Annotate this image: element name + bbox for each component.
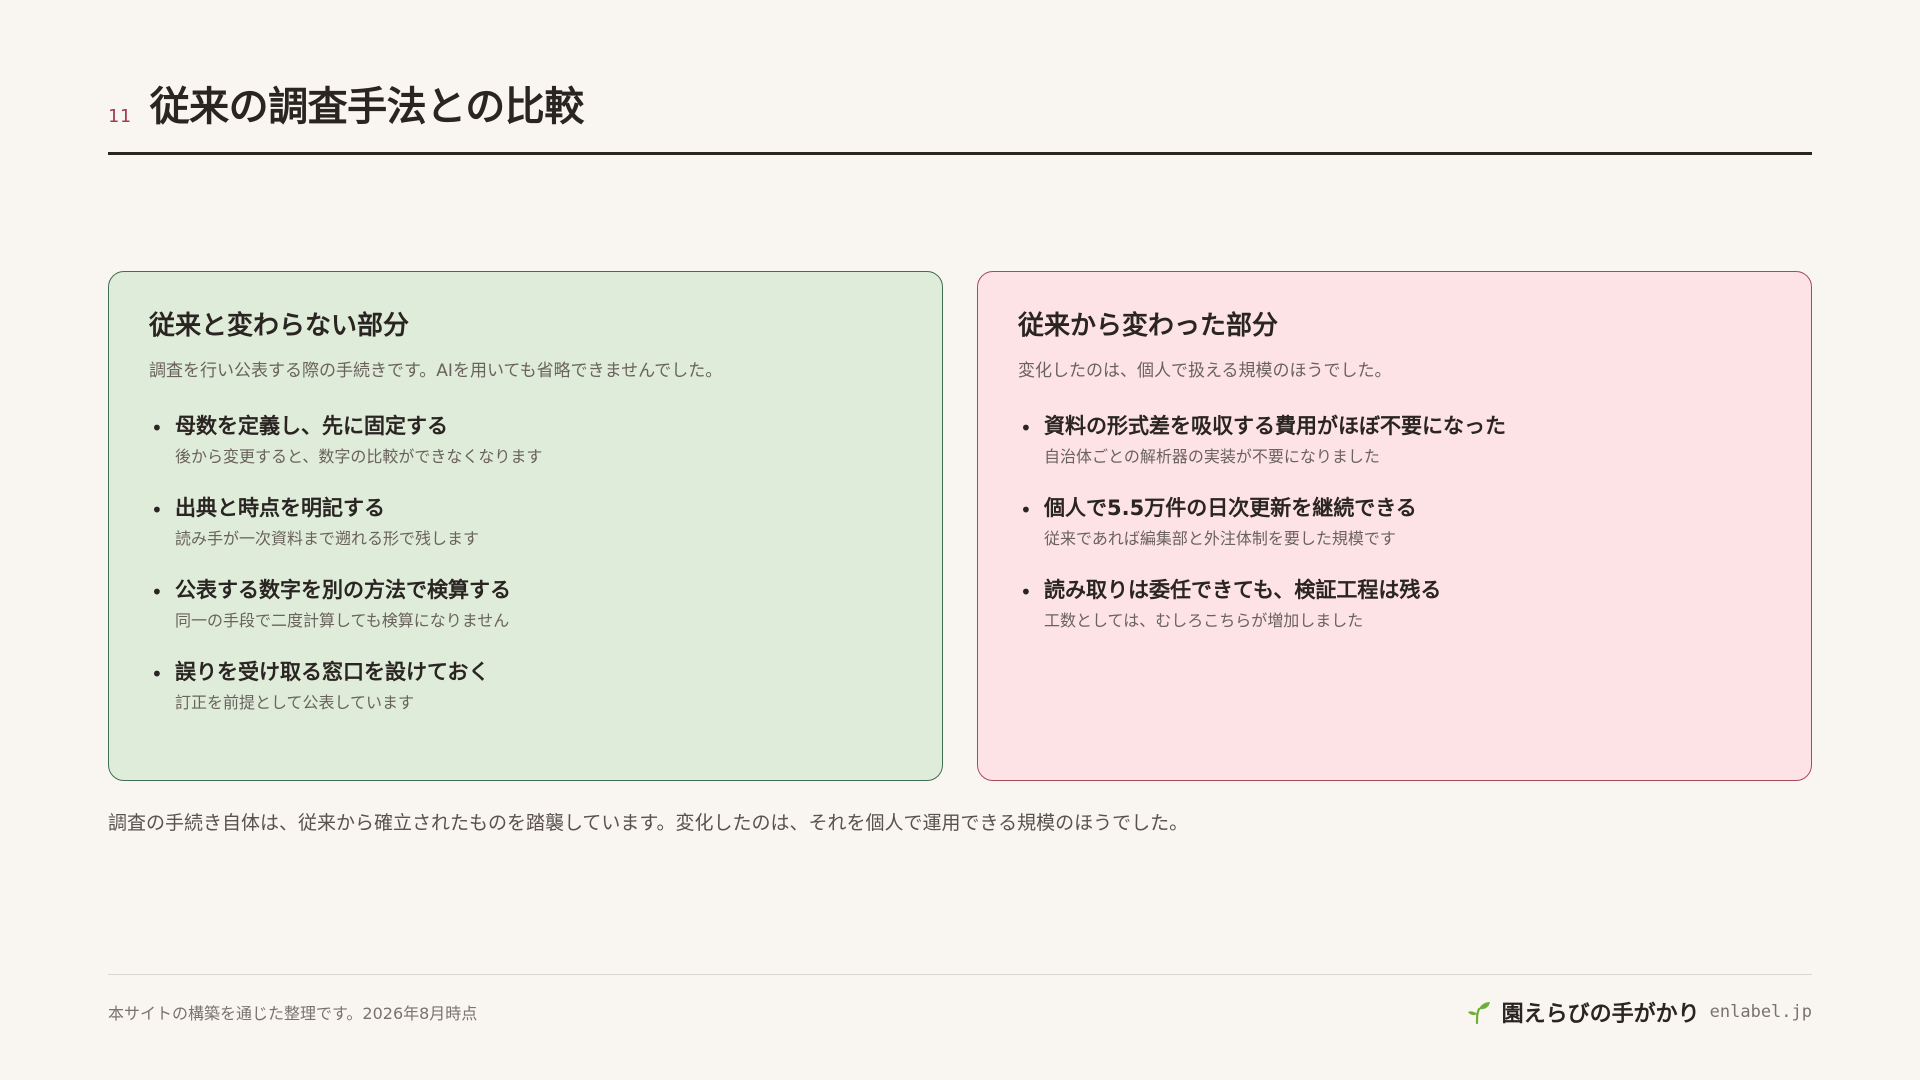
list-item: • 母数を定義し、先に固定する 後から変更すると、数字の比較ができなくなります — [149, 410, 902, 472]
footer: 本サイトの構築を通じた整理です。2026年8月時点 園えらびの手がかり enla… — [108, 974, 1812, 1031]
sprout-icon — [1467, 1002, 1490, 1025]
list-item-description: 訂正を前提として公表しています — [175, 693, 415, 712]
unchanged-list: • 母数を定義し、先に固定する 後から変更すると、数字の比較ができなくなります … — [149, 410, 902, 718]
footer-note: 本サイトの構築を通じた整理です。2026年8月時点 — [108, 1004, 478, 1023]
bullet-icon: • — [1020, 580, 1032, 604]
list-item: • 公表する数字を別の方法で検算する 同一の手段で二度計算しても検算になりません — [149, 574, 902, 636]
bullet-icon: • — [151, 662, 163, 686]
list-item-description: 後から変更すると、数字の比較ができなくなります — [175, 447, 543, 466]
list-item-title: 母数を定義し、先に固定する — [175, 414, 448, 438]
page-title: 従来の調査手法との比較 — [149, 84, 585, 130]
slide: 11 従来の調査手法との比較 従来と変わらない部分 調査を行い公表する際の手続き… — [108, 0, 1812, 1080]
bullet-icon: • — [151, 498, 163, 522]
list-item-description: 従来であれば編集部と外注体制を要した規模です — [1044, 529, 1396, 548]
summary-text: 調査の手続き自体は、従来から確立されたものを踏襲しています。変化したのは、それを… — [108, 812, 1189, 834]
comparison-columns: 従来と変わらない部分 調査を行い公表する際の手続きです。AIを用いても省略できま… — [108, 271, 1812, 781]
brand[interactable]: 園えらびの手がかり enlabel.jp — [1466, 996, 1812, 1028]
list-item-title: 誤りを受け取る窓口を設けておく — [175, 660, 490, 684]
unchanged-card: 従来と変わらない部分 調査を行い公表する際の手続きです。AIを用いても省略できま… — [108, 271, 943, 781]
unchanged-card-lead: 調査を行い公表する際の手続きです。AIを用いても省略できませんでした。 — [149, 361, 723, 381]
list-item-title: 公表する数字を別の方法で検算する — [175, 578, 511, 602]
list-item-title: 出典と時点を明記する — [175, 496, 385, 520]
bullet-icon: • — [151, 580, 163, 604]
slide-number: 11 — [108, 106, 132, 127]
brand-domain: enlabel.jp — [1709, 1002, 1812, 1022]
list-item: • 個人で5.5万件の日次更新を継続できる 従来であれば編集部と外注体制を要した… — [1018, 492, 1771, 554]
list-item-description: 同一の手段で二度計算しても検算になりません — [175, 611, 510, 630]
changed-card-lead: 変化したのは、個人で扱える規模のほうでした。 — [1018, 361, 1392, 381]
brand-name: 園えらびの手がかり — [1501, 1002, 1700, 1027]
slide-header: 11 従来の調査手法との比較 — [108, 78, 1812, 155]
bullet-icon: • — [1020, 498, 1032, 522]
list-item-title: 資料の形式差を吸収する費用がほぼ不要になった — [1044, 414, 1506, 438]
bullet-icon: • — [151, 416, 163, 440]
changed-list: • 資料の形式差を吸収する費用がほぼ不要になった 自治体ごとの解析器の実装が不要… — [1018, 410, 1771, 636]
changed-card-title: 従来から変わった部分 — [1018, 311, 1279, 341]
changed-card: 従来から変わった部分 変化したのは、個人で扱える規模のほうでした。 • 資料の形… — [977, 271, 1812, 781]
list-item-title: 個人で5.5万件の日次更新を継続できる — [1044, 496, 1417, 520]
list-item-description: 工数としては、むしろこちらが増加しました — [1044, 611, 1364, 630]
list-item: • 読み取りは委任できても、検証工程は残る 工数としては、むしろこちらが増加しま… — [1018, 574, 1771, 636]
list-item: • 誤りを受け取る窓口を設けておく 訂正を前提として公表しています — [149, 656, 902, 718]
bullet-icon: • — [1020, 416, 1032, 440]
list-item: • 資料の形式差を吸収する費用がほぼ不要になった 自治体ごとの解析器の実装が不要… — [1018, 410, 1771, 472]
list-item-description: 読み手が一次資料まで遡れる形で残します — [175, 529, 480, 548]
list-item-description: 自治体ごとの解析器の実装が不要になりました — [1044, 447, 1380, 466]
list-item-title: 読み取りは委任できても、検証工程は残る — [1044, 578, 1442, 602]
list-item: • 出典と時点を明記する 読み手が一次資料まで遡れる形で残します — [149, 492, 902, 554]
unchanged-card-title: 従来と変わらない部分 — [149, 311, 410, 341]
